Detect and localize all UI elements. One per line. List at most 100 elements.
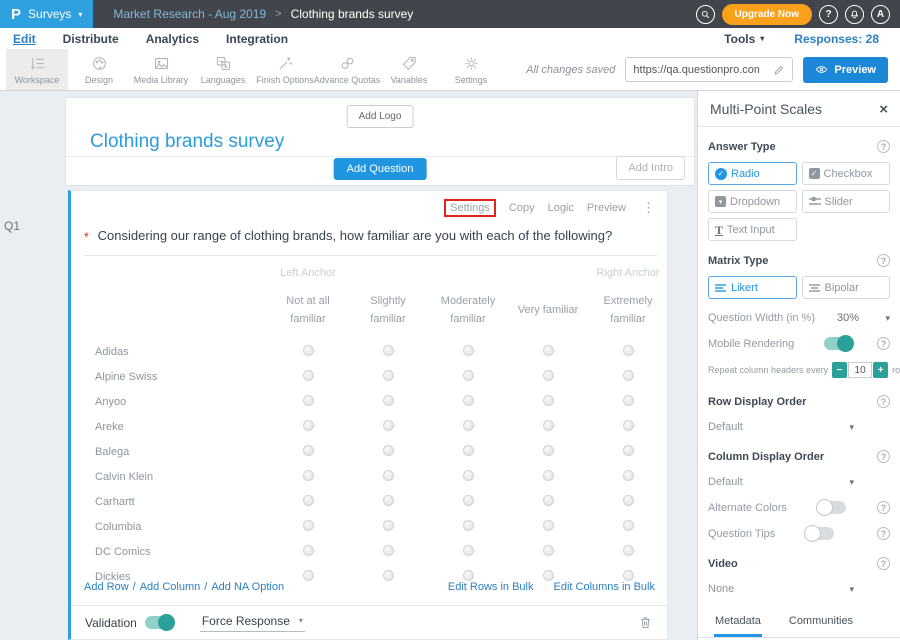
question-logic-action[interactable]: Logic bbox=[548, 202, 574, 214]
radio-icon[interactable] bbox=[463, 345, 474, 356]
matrix-type-likert[interactable]: Likert bbox=[708, 276, 797, 299]
question-settings-action[interactable]: Settings bbox=[444, 199, 496, 217]
radio-icon[interactable] bbox=[303, 445, 314, 456]
radio-icon[interactable] bbox=[463, 520, 474, 531]
radio-icon[interactable] bbox=[463, 570, 474, 581]
upgrade-now-button[interactable]: Upgrade Now bbox=[722, 4, 812, 25]
survey-url-input[interactable] bbox=[626, 64, 766, 76]
breadcrumb-parent[interactable]: Market Research - Aug 2019 bbox=[113, 7, 266, 21]
question-text[interactable]: Considering our range of clothing brands… bbox=[98, 228, 613, 244]
radio-icon[interactable] bbox=[383, 570, 394, 581]
product-switcher[interactable]: P Surveys ▾ bbox=[0, 0, 93, 28]
help-icon[interactable]: ? bbox=[877, 337, 890, 350]
radio-icon[interactable] bbox=[623, 345, 634, 356]
radio-icon[interactable] bbox=[623, 445, 634, 456]
radio-icon[interactable] bbox=[463, 495, 474, 506]
answer-type-dropdown[interactable]: ▾ Dropdown bbox=[708, 190, 797, 213]
radio-icon[interactable] bbox=[303, 345, 314, 356]
radio-icon[interactable] bbox=[303, 520, 314, 531]
radio-icon[interactable] bbox=[383, 470, 394, 481]
toolbar-item-settings[interactable]: Settings bbox=[440, 49, 502, 90]
add-na-option-link[interactable]: Add NA Option bbox=[211, 581, 284, 593]
row-label[interactable]: Adidas bbox=[95, 346, 268, 358]
radio-icon[interactable] bbox=[543, 570, 554, 581]
tab-analytics[interactable]: Analytics bbox=[146, 32, 199, 46]
tools-menu[interactable]: Tools ▾ bbox=[724, 32, 764, 46]
delete-question-trash-icon[interactable] bbox=[638, 615, 653, 630]
help-icon[interactable]: ? bbox=[877, 254, 890, 267]
row-label[interactable]: Columbia bbox=[95, 521, 268, 533]
radio-icon[interactable] bbox=[543, 520, 554, 531]
toolbar-item-advance-quotas[interactable]: Advance Quotas bbox=[316, 49, 378, 90]
survey-title[interactable]: Clothing brands survey bbox=[90, 131, 284, 153]
help-icon[interactable]: ? bbox=[877, 450, 890, 463]
radio-icon[interactable] bbox=[463, 420, 474, 431]
edit-rows-bulk-link[interactable]: Edit Rows in Bulk bbox=[448, 581, 534, 593]
toolbar-item-finish-options[interactable]: Finish Options bbox=[254, 49, 316, 90]
stepper-plus-button[interactable]: + bbox=[873, 362, 888, 378]
stepper-value[interactable]: 10 bbox=[848, 362, 872, 378]
question-width-value[interactable]: 30% bbox=[837, 312, 859, 324]
tab-communities[interactable]: Communities bbox=[788, 610, 854, 637]
responses-count[interactable]: Responses: 28 bbox=[794, 32, 879, 46]
radio-icon[interactable] bbox=[383, 520, 394, 531]
add-intro-button[interactable]: Add Intro bbox=[616, 156, 685, 180]
radio-icon[interactable] bbox=[463, 445, 474, 456]
answer-type-text-input[interactable]: T Text Input bbox=[708, 218, 797, 241]
toolbar-item-design[interactable]: Design bbox=[68, 49, 130, 90]
radio-icon[interactable] bbox=[623, 420, 634, 431]
radio-icon[interactable] bbox=[383, 420, 394, 431]
answer-type-radio[interactable]: ✓ Radio bbox=[708, 162, 797, 185]
add-logo-button[interactable]: Add Logo bbox=[347, 105, 414, 128]
radio-icon[interactable] bbox=[383, 395, 394, 406]
edit-url-pencil-icon[interactable] bbox=[766, 58, 792, 81]
radio-icon[interactable] bbox=[383, 370, 394, 381]
radio-icon[interactable] bbox=[303, 370, 314, 381]
radio-icon[interactable] bbox=[303, 545, 314, 556]
question-tips-toggle[interactable] bbox=[805, 527, 834, 540]
radio-icon[interactable] bbox=[463, 545, 474, 556]
radio-icon[interactable] bbox=[463, 395, 474, 406]
radio-icon[interactable] bbox=[303, 570, 314, 581]
radio-icon[interactable] bbox=[463, 470, 474, 481]
radio-icon[interactable] bbox=[383, 495, 394, 506]
help-icon[interactable]: ? bbox=[877, 140, 890, 153]
radio-icon[interactable] bbox=[543, 420, 554, 431]
tab-edit[interactable]: Edit bbox=[13, 32, 36, 46]
matrix-type-bipolar[interactable]: Bipolar bbox=[802, 276, 891, 299]
row-label[interactable]: Calvin Klein bbox=[95, 471, 268, 483]
row-label[interactable]: Alpine Swiss bbox=[95, 371, 268, 383]
row-label[interactable]: DC Comics bbox=[95, 546, 268, 558]
add-question-button[interactable]: Add Question bbox=[334, 158, 427, 180]
radio-icon[interactable] bbox=[623, 470, 634, 481]
radio-icon[interactable] bbox=[543, 495, 554, 506]
radio-icon[interactable] bbox=[303, 495, 314, 506]
row-label[interactable]: Carhartt bbox=[95, 496, 268, 508]
help-icon[interactable]: ? bbox=[877, 395, 890, 408]
radio-icon[interactable] bbox=[383, 345, 394, 356]
tab-distribute[interactable]: Distribute bbox=[63, 32, 119, 46]
radio-icon[interactable] bbox=[383, 545, 394, 556]
help-icon[interactable]: ? bbox=[877, 557, 890, 570]
radio-icon[interactable] bbox=[543, 445, 554, 456]
radio-icon[interactable] bbox=[623, 545, 634, 556]
video-dropdown[interactable]: None ▾ bbox=[708, 583, 854, 595]
close-icon[interactable]: × bbox=[879, 102, 888, 117]
validation-toggle[interactable] bbox=[145, 616, 174, 629]
notifications-bell-icon[interactable] bbox=[845, 5, 864, 24]
radio-icon[interactable] bbox=[543, 470, 554, 481]
chevron-down-icon[interactable]: ▾ bbox=[885, 313, 890, 324]
alternate-colors-toggle[interactable] bbox=[817, 501, 846, 514]
tab-metadata[interactable]: Metadata bbox=[714, 610, 762, 637]
radio-icon[interactable] bbox=[303, 395, 314, 406]
toolbar-item-media-library[interactable]: Media Library bbox=[130, 49, 192, 90]
more-options-icon[interactable]: ⋮ bbox=[639, 200, 658, 216]
radio-icon[interactable] bbox=[543, 345, 554, 356]
radio-icon[interactable] bbox=[623, 370, 634, 381]
tab-integration[interactable]: Integration bbox=[226, 32, 288, 46]
avatar[interactable]: A bbox=[871, 5, 890, 24]
validation-type-dropdown[interactable]: Force Response ▾ bbox=[200, 614, 305, 632]
help-icon[interactable]: ? bbox=[877, 501, 890, 514]
add-row-link[interactable]: Add Row bbox=[84, 581, 129, 593]
toolbar-item-variables[interactable]: Variables bbox=[378, 49, 440, 90]
